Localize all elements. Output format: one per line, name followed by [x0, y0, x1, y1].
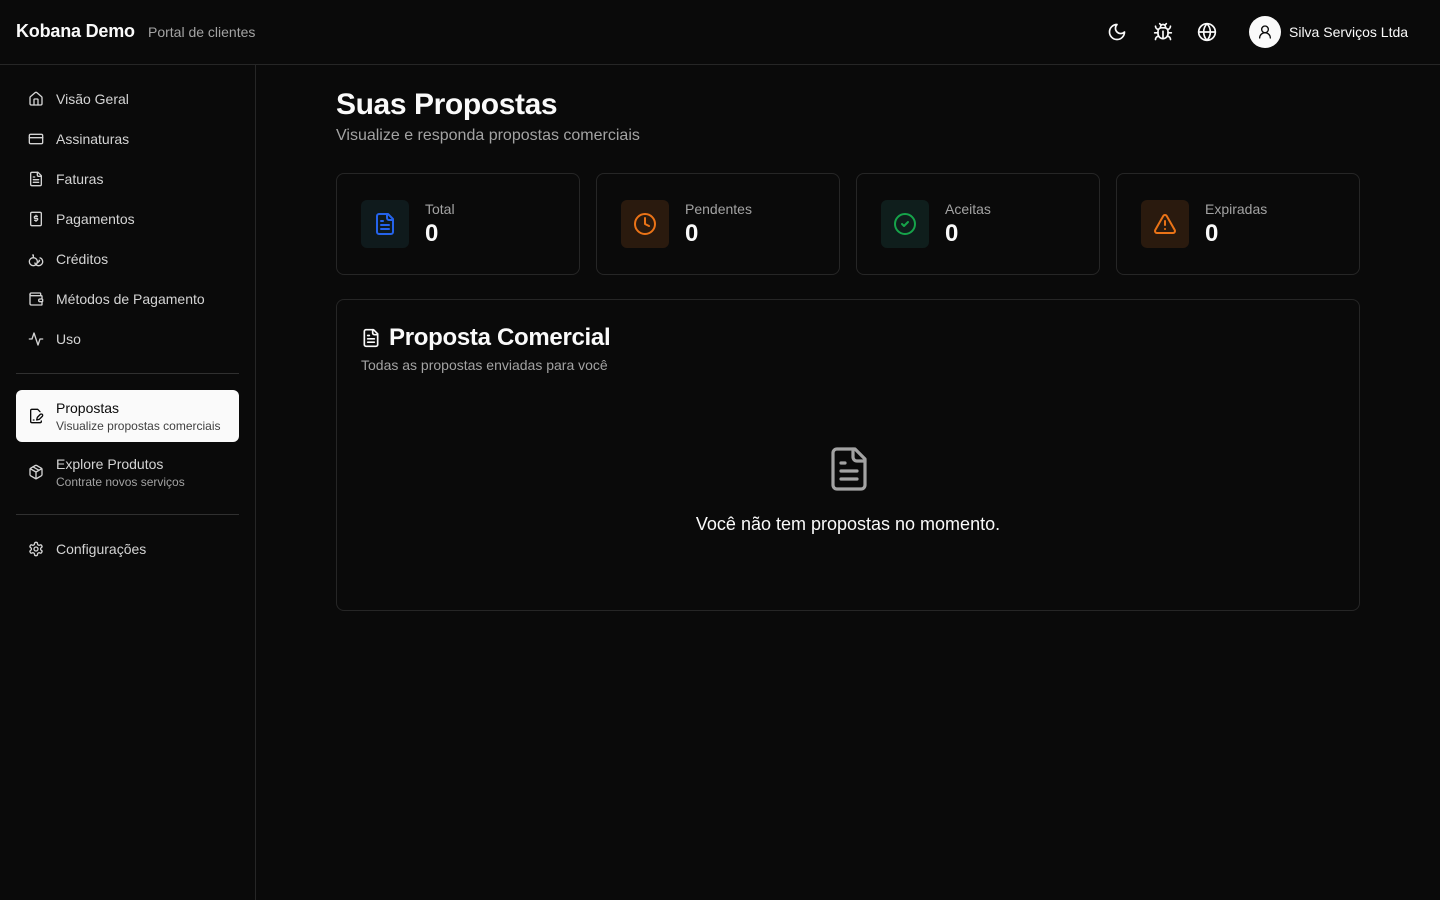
- file-signature-icon: [28, 408, 44, 424]
- top-bar: Kobana Demo Portal de clientes Silva Ser…: [0, 0, 1440, 65]
- stat-label: Pendentes: [685, 201, 752, 217]
- brand-name[interactable]: Kobana Demo: [16, 21, 135, 42]
- sidebar-item-label: Faturas: [56, 171, 104, 187]
- user-menu[interactable]: Silva Serviços Ltda: [1249, 16, 1408, 48]
- clock-icon: [621, 200, 669, 248]
- sidebar-item-description: Contrate novos serviços: [56, 474, 185, 489]
- sidebar-item-pagamentos[interactable]: Pagamentos: [16, 201, 239, 237]
- sidebar-item-description: Visualize propostas comerciais: [56, 418, 221, 433]
- sidebar-item-metodos-pagamento[interactable]: Métodos de Pagamento: [16, 281, 239, 317]
- proposals-card: Proposta Comercial Todas as propostas en…: [336, 299, 1360, 611]
- alert-triangle-icon: [1141, 200, 1189, 248]
- stat-value: 0: [685, 220, 699, 247]
- sidebar-item-label: Assinaturas: [56, 131, 130, 147]
- user-icon: [1259, 25, 1271, 39]
- user-name[interactable]: Silva Serviços Ltda: [1289, 24, 1408, 40]
- sidebar: Visão Geral Assinaturas Faturas Pagament…: [0, 65, 256, 900]
- gear-icon: [28, 541, 44, 557]
- card-title: Proposta Comercial: [389, 324, 611, 351]
- stat-label: Expiradas: [1205, 201, 1268, 217]
- check-circle-icon: [881, 200, 929, 248]
- empty-state-message: Você não tem propostas no momento.: [695, 514, 1001, 534]
- stat-value: 0: [1205, 220, 1219, 247]
- stat-card-expiradas: Expiradas 0: [1116, 173, 1360, 275]
- card-header: Proposta Comercial: [361, 324, 611, 352]
- sidebar-item-faturas[interactable]: Faturas: [16, 161, 239, 197]
- page-subtitle: Visualize e responda propostas comerciai…: [336, 127, 640, 144]
- stat-label: Aceitas: [945, 201, 991, 217]
- sidebar-item-explore-produtos[interactable]: Explore Produtos Contrate novos serviços: [16, 446, 239, 498]
- stat-card-total: Total 0: [336, 173, 580, 275]
- sidebar-item-label: Métodos de Pagamento: [56, 291, 205, 307]
- sidebar-item-label: Explore Produtos: [56, 455, 164, 472]
- stat-value: 0: [945, 220, 959, 247]
- empty-file-icon: [825, 445, 873, 493]
- credit-card-icon: [28, 131, 44, 147]
- sidebar-item-creditos[interactable]: Créditos: [16, 241, 239, 277]
- file-text-icon: [28, 171, 44, 187]
- file-text-icon: [361, 328, 381, 348]
- card-subtitle: Todas as propostas enviadas para você: [361, 357, 608, 373]
- page-title: Suas Propostas: [336, 88, 558, 121]
- wallet-icon: [28, 291, 44, 307]
- sidebar-item-visao-geral[interactable]: Visão Geral: [16, 81, 239, 117]
- brand-subtitle: Portal de clientes: [148, 24, 256, 40]
- stat-card-aceitas: Aceitas 0: [856, 173, 1100, 275]
- activity-icon: [28, 331, 44, 347]
- coins-icon: [28, 251, 44, 267]
- bug-icon[interactable]: [1153, 22, 1173, 42]
- receipt-dollar-icon: [28, 211, 44, 227]
- stat-label: Total: [425, 201, 455, 217]
- home-icon: [28, 91, 44, 107]
- sidebar-item-label: Créditos: [56, 251, 109, 267]
- moon-icon[interactable]: [1107, 22, 1127, 42]
- stat-value: 0: [425, 220, 439, 247]
- avatar[interactable]: [1249, 16, 1281, 48]
- sidebar-item-configuracoes[interactable]: Configurações: [16, 531, 239, 567]
- file-text-icon: [361, 200, 409, 248]
- package-icon: [28, 464, 44, 480]
- globe-icon[interactable]: [1197, 22, 1217, 42]
- sidebar-item-label: Configurações: [56, 541, 147, 557]
- sidebar-item-assinaturas[interactable]: Assinaturas: [16, 121, 239, 157]
- sidebar-item-label: Visão Geral: [56, 91, 129, 107]
- sidebar-item-propostas[interactable]: Propostas Visualize propostas comerciais: [16, 390, 239, 442]
- sidebar-divider: [16, 373, 239, 374]
- sidebar-item-label: Pagamentos: [56, 211, 135, 227]
- sidebar-divider: [16, 514, 239, 515]
- sidebar-item-label: Propostas: [56, 399, 120, 416]
- stat-card-pendentes: Pendentes 0: [596, 173, 840, 275]
- sidebar-item-label: Uso: [56, 331, 81, 347]
- sidebar-item-uso[interactable]: Uso: [16, 321, 239, 357]
